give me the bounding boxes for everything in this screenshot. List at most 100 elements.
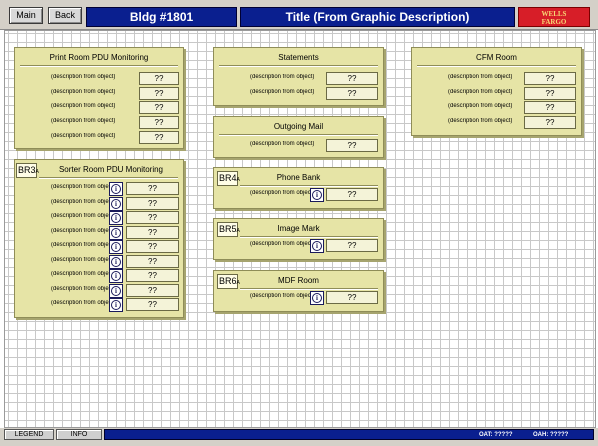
info-button[interactable]: i xyxy=(109,226,123,240)
row-description: (description from object) xyxy=(51,118,116,124)
value-field[interactable]: ?? xyxy=(126,298,179,311)
list-item: (description from object) ?? xyxy=(15,72,183,85)
phone-bank-panel: Phone Bank BR4A (description from object… xyxy=(213,167,384,209)
panel-title: Statements xyxy=(278,53,319,62)
value-field[interactable]: ?? xyxy=(524,101,576,114)
row-description: (description from object) xyxy=(51,213,109,219)
value-field[interactable]: ?? xyxy=(139,101,179,114)
logo-line-2: FARGO xyxy=(541,18,567,26)
list-item: (description from object) ?? xyxy=(412,72,581,85)
list-item: (description from object) ?? xyxy=(15,131,183,144)
row-description: (description from object) xyxy=(250,141,315,147)
value-field[interactable]: ?? xyxy=(126,240,179,253)
value-field[interactable]: ?? xyxy=(524,87,576,100)
tag-sub: A xyxy=(236,228,240,234)
list-item: (description from object) i ?? xyxy=(15,197,183,211)
back-button[interactable]: Back xyxy=(48,7,82,24)
tag-label: BR5 xyxy=(219,224,237,234)
tag-sub: A xyxy=(236,280,240,286)
row-description: (description from object) xyxy=(51,133,116,139)
list-item: (description from object) ?? xyxy=(15,87,183,100)
info-circle-icon: i xyxy=(312,241,322,251)
info-circle-icon: i xyxy=(111,228,121,238)
list-item: (description from object) ?? xyxy=(15,101,183,114)
value-field[interactable]: ?? xyxy=(139,131,179,144)
outside-air-temp: OAT: ????? xyxy=(479,432,513,438)
list-item: (description from object) ?? xyxy=(412,101,581,114)
list-item: (description from object) ?? xyxy=(214,72,383,85)
divider xyxy=(219,65,378,67)
list-item: (description from object) i ?? xyxy=(15,284,183,298)
info-circle-icon: i xyxy=(111,242,121,252)
br6-tag[interactable]: BR6A xyxy=(217,274,240,289)
list-item: (description from object) ?? xyxy=(214,87,383,100)
divider xyxy=(219,134,378,136)
value-field[interactable]: ?? xyxy=(326,291,378,304)
outside-air-humidity: OAH: ????? xyxy=(533,432,569,438)
value-field[interactable]: ?? xyxy=(126,211,179,224)
info-button[interactable]: INFO xyxy=(56,429,102,440)
row-description: (description from object) xyxy=(250,190,310,196)
value-field[interactable]: ?? xyxy=(139,116,179,129)
info-button[interactable]: i xyxy=(310,291,324,305)
list-item: (description from object) ?? xyxy=(15,116,183,129)
row-description: (description from object) xyxy=(51,271,109,277)
value-field[interactable]: ?? xyxy=(126,197,179,210)
divider xyxy=(240,288,378,290)
info-circle-icon: i xyxy=(111,184,121,194)
info-button[interactable]: i xyxy=(109,255,123,269)
info-button[interactable]: i xyxy=(109,240,123,254)
value-field[interactable]: ?? xyxy=(326,188,378,201)
row-description: (description from object) xyxy=(51,199,109,205)
tag-label: BR4 xyxy=(219,173,237,183)
main-button[interactable]: Main xyxy=(9,7,43,24)
panel-title: Outgoing Mail xyxy=(273,122,324,131)
info-circle-icon: i xyxy=(312,190,322,200)
br4-tag[interactable]: BR4A xyxy=(217,171,240,186)
info-button[interactable]: i xyxy=(109,182,123,196)
wells-fargo-logo: WELLS FARGO xyxy=(518,7,590,27)
row-description: (description from object) xyxy=(51,103,116,109)
value-field[interactable]: ?? xyxy=(126,269,179,282)
cfm-room-panel: CFM Room (description from object) ?? (d… xyxy=(411,47,582,136)
value-field[interactable]: ?? xyxy=(326,239,378,252)
info-button[interactable]: i xyxy=(109,197,123,211)
footer-bar: LEGEND INFO OAT: ????? OAH: ????? xyxy=(0,428,598,446)
info-button[interactable]: i xyxy=(310,188,324,202)
list-item: (description from object) ?? xyxy=(412,87,581,100)
list-item: (description from object) i ?? xyxy=(214,291,383,305)
info-button[interactable]: i xyxy=(109,298,123,312)
tag-label: BR3 xyxy=(18,165,36,175)
info-button[interactable]: i xyxy=(109,269,123,283)
row-description: (description from object) xyxy=(51,228,109,234)
print-room-panel: Print Room PDU Monitoring (description f… xyxy=(14,47,184,149)
value-field[interactable]: ?? xyxy=(326,87,378,100)
value-field[interactable]: ?? xyxy=(326,139,378,152)
row-description: (description from object) xyxy=(250,293,310,299)
tag-label: BR6 xyxy=(219,276,237,286)
value-field[interactable]: ?? xyxy=(139,87,179,100)
legend-button[interactable]: LEGEND xyxy=(4,429,54,440)
row-description: (description from object) xyxy=(51,89,116,95)
br5-tag[interactable]: BR5A xyxy=(217,222,240,237)
value-field[interactable]: ?? xyxy=(326,72,378,85)
list-item: (description from object) i ?? xyxy=(214,239,383,253)
info-button[interactable]: i xyxy=(109,284,123,298)
row-description: (description from object) xyxy=(51,74,116,80)
value-field[interactable]: ?? xyxy=(524,116,576,129)
panel-title: Sorter Room PDU Monitoring xyxy=(58,165,164,174)
value-field[interactable]: ?? xyxy=(126,182,179,195)
value-field[interactable]: ?? xyxy=(126,226,179,239)
br3-tag[interactable]: BR3A xyxy=(16,163,39,178)
value-field[interactable]: ?? xyxy=(126,284,179,297)
row-description: (description from object) xyxy=(51,286,109,292)
row-description: (description from object) xyxy=(448,89,513,95)
info-button[interactable]: i xyxy=(310,239,324,253)
row-description: (description from object) xyxy=(448,74,513,80)
list-item: (description from object) i ?? xyxy=(15,298,183,312)
value-field[interactable]: ?? xyxy=(126,255,179,268)
value-field[interactable]: ?? xyxy=(524,72,576,85)
info-button[interactable]: i xyxy=(109,211,123,225)
info-circle-icon: i xyxy=(111,257,121,267)
value-field[interactable]: ?? xyxy=(139,72,179,85)
